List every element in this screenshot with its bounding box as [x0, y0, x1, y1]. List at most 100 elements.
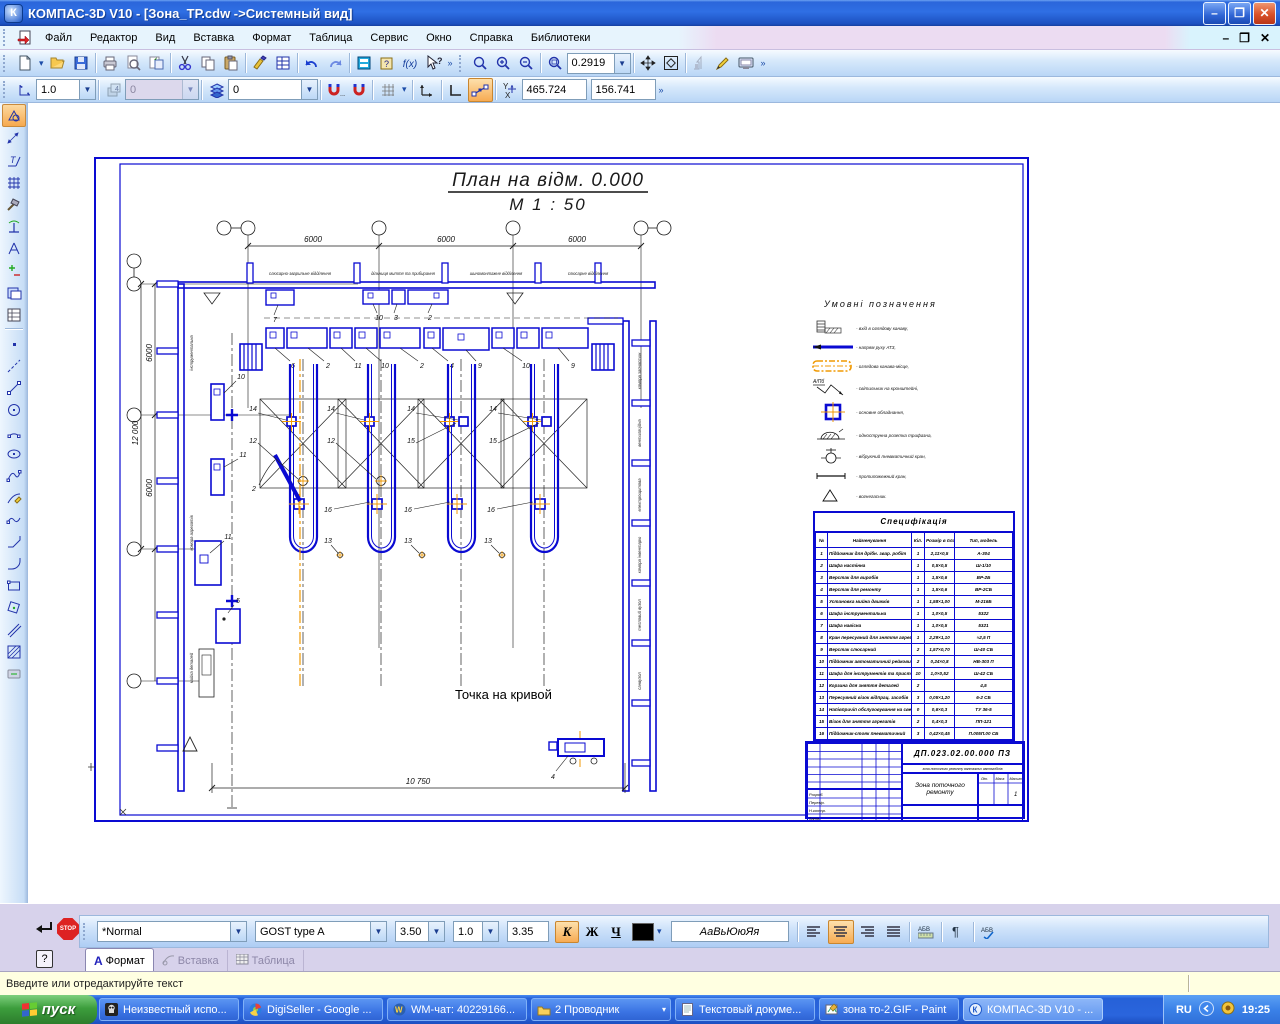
font-size-combo[interactable]: 3.50 ▼ [395, 921, 445, 942]
cut-button[interactable] [174, 52, 197, 74]
state-toolbar-grip[interactable] [3, 81, 10, 98]
grid-toggle-button[interactable] [376, 79, 399, 101]
snap-settings-button[interactable]: ... [324, 79, 347, 101]
fit-document-button[interactable] [660, 52, 683, 74]
undo-button[interactable] [301, 52, 324, 74]
doc-minimize-button[interactable]: – [1222, 31, 1229, 45]
variables-button[interactable]: f(x) [399, 52, 422, 74]
tool-chamfer[interactable] [3, 531, 25, 552]
help-hint-icon[interactable]: ? [36, 950, 53, 968]
layer-dropdown[interactable]: ▼ [301, 80, 317, 99]
refresh-view-button[interactable] [689, 52, 712, 74]
tool-designations[interactable] [3, 172, 25, 193]
app-icon[interactable]: К [4, 4, 23, 23]
font-dropdown[interactable]: ▼ [370, 922, 386, 941]
tool-segment[interactable] [3, 377, 25, 398]
page-setup-button[interactable] [145, 52, 168, 74]
ortho-mode-button[interactable] [445, 79, 468, 101]
toolbar-grip[interactable] [3, 55, 10, 72]
zoom-toolbar-overflow-icon[interactable]: » [761, 58, 766, 68]
paragraph-marks-button[interactable]: ¶ [946, 921, 970, 943]
menu-file[interactable]: Файл [36, 28, 81, 48]
tool-bezier[interactable] [3, 487, 25, 508]
tool-selection[interactable] [3, 260, 25, 281]
create-object-button[interactable] [34, 920, 54, 941]
font-combo[interactable]: GOST type A ▼ [255, 921, 387, 942]
zoom-in-button[interactable] [492, 52, 515, 74]
print-button[interactable] [99, 52, 122, 74]
tool-editing[interactable] [3, 194, 25, 215]
coord-x-field[interactable]: 156.741 [591, 79, 656, 100]
task-explorer-group[interactable]: 2 Проводник ▾ [531, 998, 671, 1021]
step-dropdown[interactable]: ▼ [79, 80, 95, 99]
zoom-out-button[interactable] [515, 52, 538, 74]
task-kompas[interactable]: К КОМПАС-3D V10 - ... [963, 998, 1103, 1021]
tray-app-icon[interactable] [1221, 1001, 1235, 1018]
tool-macro[interactable] [3, 663, 25, 684]
menu-libraries[interactable]: Библиотеки [522, 28, 600, 48]
open-button[interactable] [47, 52, 70, 74]
format-brush-button[interactable] [249, 52, 272, 74]
tool-measure[interactable] [3, 238, 25, 259]
ratio-dropdown[interactable]: ▼ [482, 922, 498, 941]
tool-multiline[interactable] [3, 619, 25, 640]
clock[interactable]: 19:25 [1242, 1004, 1270, 1016]
menu-help[interactable]: Справка [461, 28, 522, 48]
window-manager-button[interactable] [353, 52, 376, 74]
print-preview-button[interactable] [122, 52, 145, 74]
menu-view[interactable]: Вид [146, 28, 184, 48]
text-style-combo[interactable]: *Normal ▼ [97, 921, 247, 942]
format-toolbar-grip[interactable] [83, 923, 90, 940]
underline-button[interactable]: Ч [605, 922, 627, 942]
tray-collapse-icon[interactable] [1199, 1001, 1214, 1019]
menu-grip[interactable] [3, 29, 10, 46]
layers-icon[interactable] [205, 79, 228, 101]
tab-format[interactable]: А Формат [85, 948, 154, 972]
align-left-button[interactable] [802, 921, 826, 943]
paste-button[interactable] [220, 52, 243, 74]
group-dropdown-arrow[interactable]: ▾ [662, 1005, 666, 1014]
italic-button[interactable]: K [555, 921, 579, 943]
ratio-combo[interactable]: 1.0 ▼ [453, 921, 499, 942]
context-help-button[interactable]: ? [422, 52, 445, 74]
zoom-area-button[interactable] [544, 52, 567, 74]
align-right-button[interactable] [856, 921, 880, 943]
tab-insert[interactable]: Вставка [154, 950, 228, 972]
local-csys-button[interactable] [416, 79, 439, 101]
tool-point[interactable] [3, 333, 25, 354]
task-unknown-app[interactable]: Неизвестный испо... [99, 998, 239, 1021]
tool-rectangle[interactable] [3, 575, 25, 596]
font-size-dropdown[interactable]: ▼ [428, 922, 444, 941]
tool-annotations[interactable]: Т [3, 150, 25, 171]
step-field[interactable]: 3.35 [507, 921, 549, 942]
menu-table[interactable]: Таблица [300, 28, 361, 48]
display-settings-button[interactable] [735, 52, 758, 74]
bold-button[interactable]: Ж [581, 922, 603, 942]
tool-polygon[interactable] [3, 597, 25, 618]
close-button[interactable]: ✕ [1253, 2, 1276, 25]
tab-table[interactable]: Таблица [228, 950, 304, 972]
layer-combo[interactable]: 0 ▼ [228, 79, 318, 100]
menu-edit[interactable]: Редактор [81, 28, 146, 48]
step-combo[interactable]: 1.0 ▼ [36, 79, 96, 100]
state-toolbar-overflow-icon[interactable]: » [659, 85, 664, 95]
tool-dimensions[interactable] [3, 128, 25, 149]
grid-dropdown[interactable]: ▾ [402, 84, 407, 95]
abc-ruler-button[interactable]: АБВ [914, 921, 938, 943]
rounding-toggle-button[interactable] [468, 78, 493, 102]
coord-y-field[interactable]: 465.724 [522, 79, 587, 100]
zoom-scale-dropdown[interactable]: ▼ [614, 54, 630, 73]
menu-service[interactable]: Сервис [361, 28, 417, 48]
minimize-button[interactable]: – [1203, 2, 1226, 25]
menu-window[interactable]: Окно [417, 28, 461, 48]
task-digiseller-browser[interactable]: DigiSeller - Google ... [243, 998, 383, 1021]
redo-button[interactable] [324, 52, 347, 74]
tool-hatch[interactable] [3, 641, 25, 662]
system-view-icon[interactable] [13, 27, 36, 49]
tool-ellipse[interactable] [3, 443, 25, 464]
edit-mode-button[interactable] [712, 52, 735, 74]
menu-format[interactable]: Формат [243, 28, 300, 48]
pan-button[interactable] [637, 52, 660, 74]
save-button[interactable] [70, 52, 93, 74]
tool-specification[interactable] [3, 282, 25, 303]
